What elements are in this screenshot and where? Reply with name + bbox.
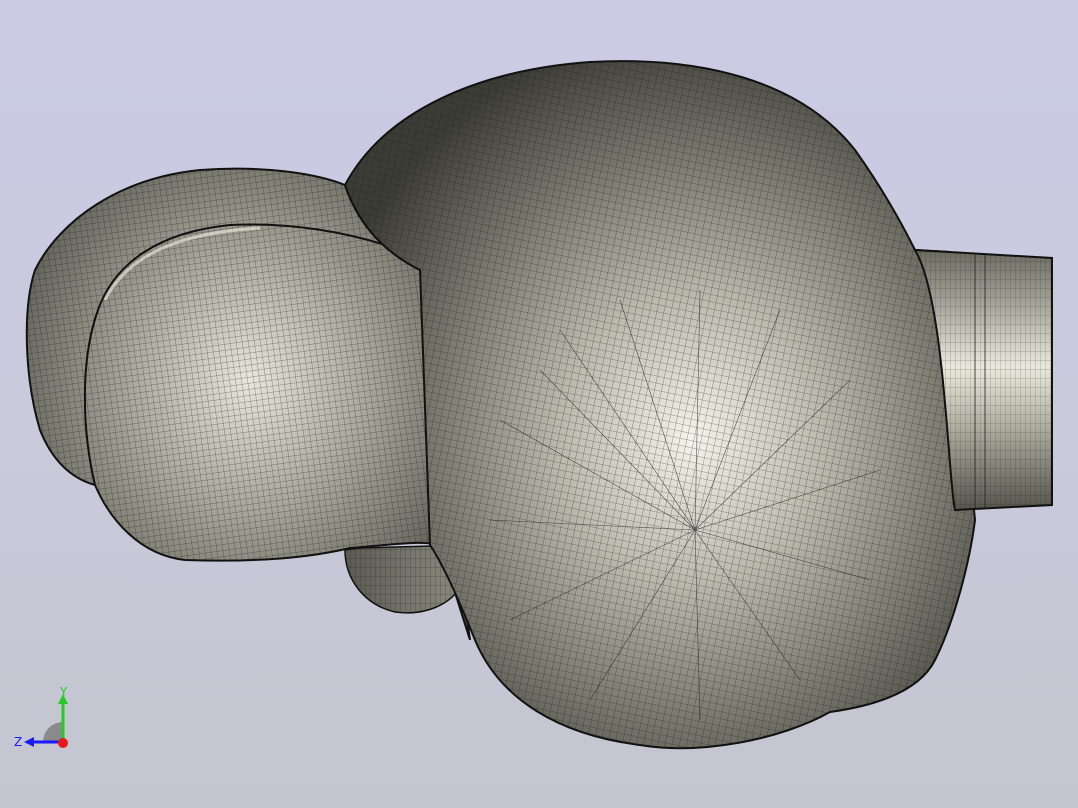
y-axis-label: Y	[59, 685, 68, 699]
meshed-model[interactable]	[0, 0, 1078, 808]
z-axis-arrow	[24, 737, 34, 747]
x-axis-dot	[58, 738, 68, 748]
z-axis-label: Z	[14, 735, 22, 749]
orientation-triad[interactable]: Y Z	[10, 684, 80, 754]
3d-viewport[interactable]: Y Z	[0, 0, 1078, 808]
main-sphere-body	[344, 60, 976, 750]
